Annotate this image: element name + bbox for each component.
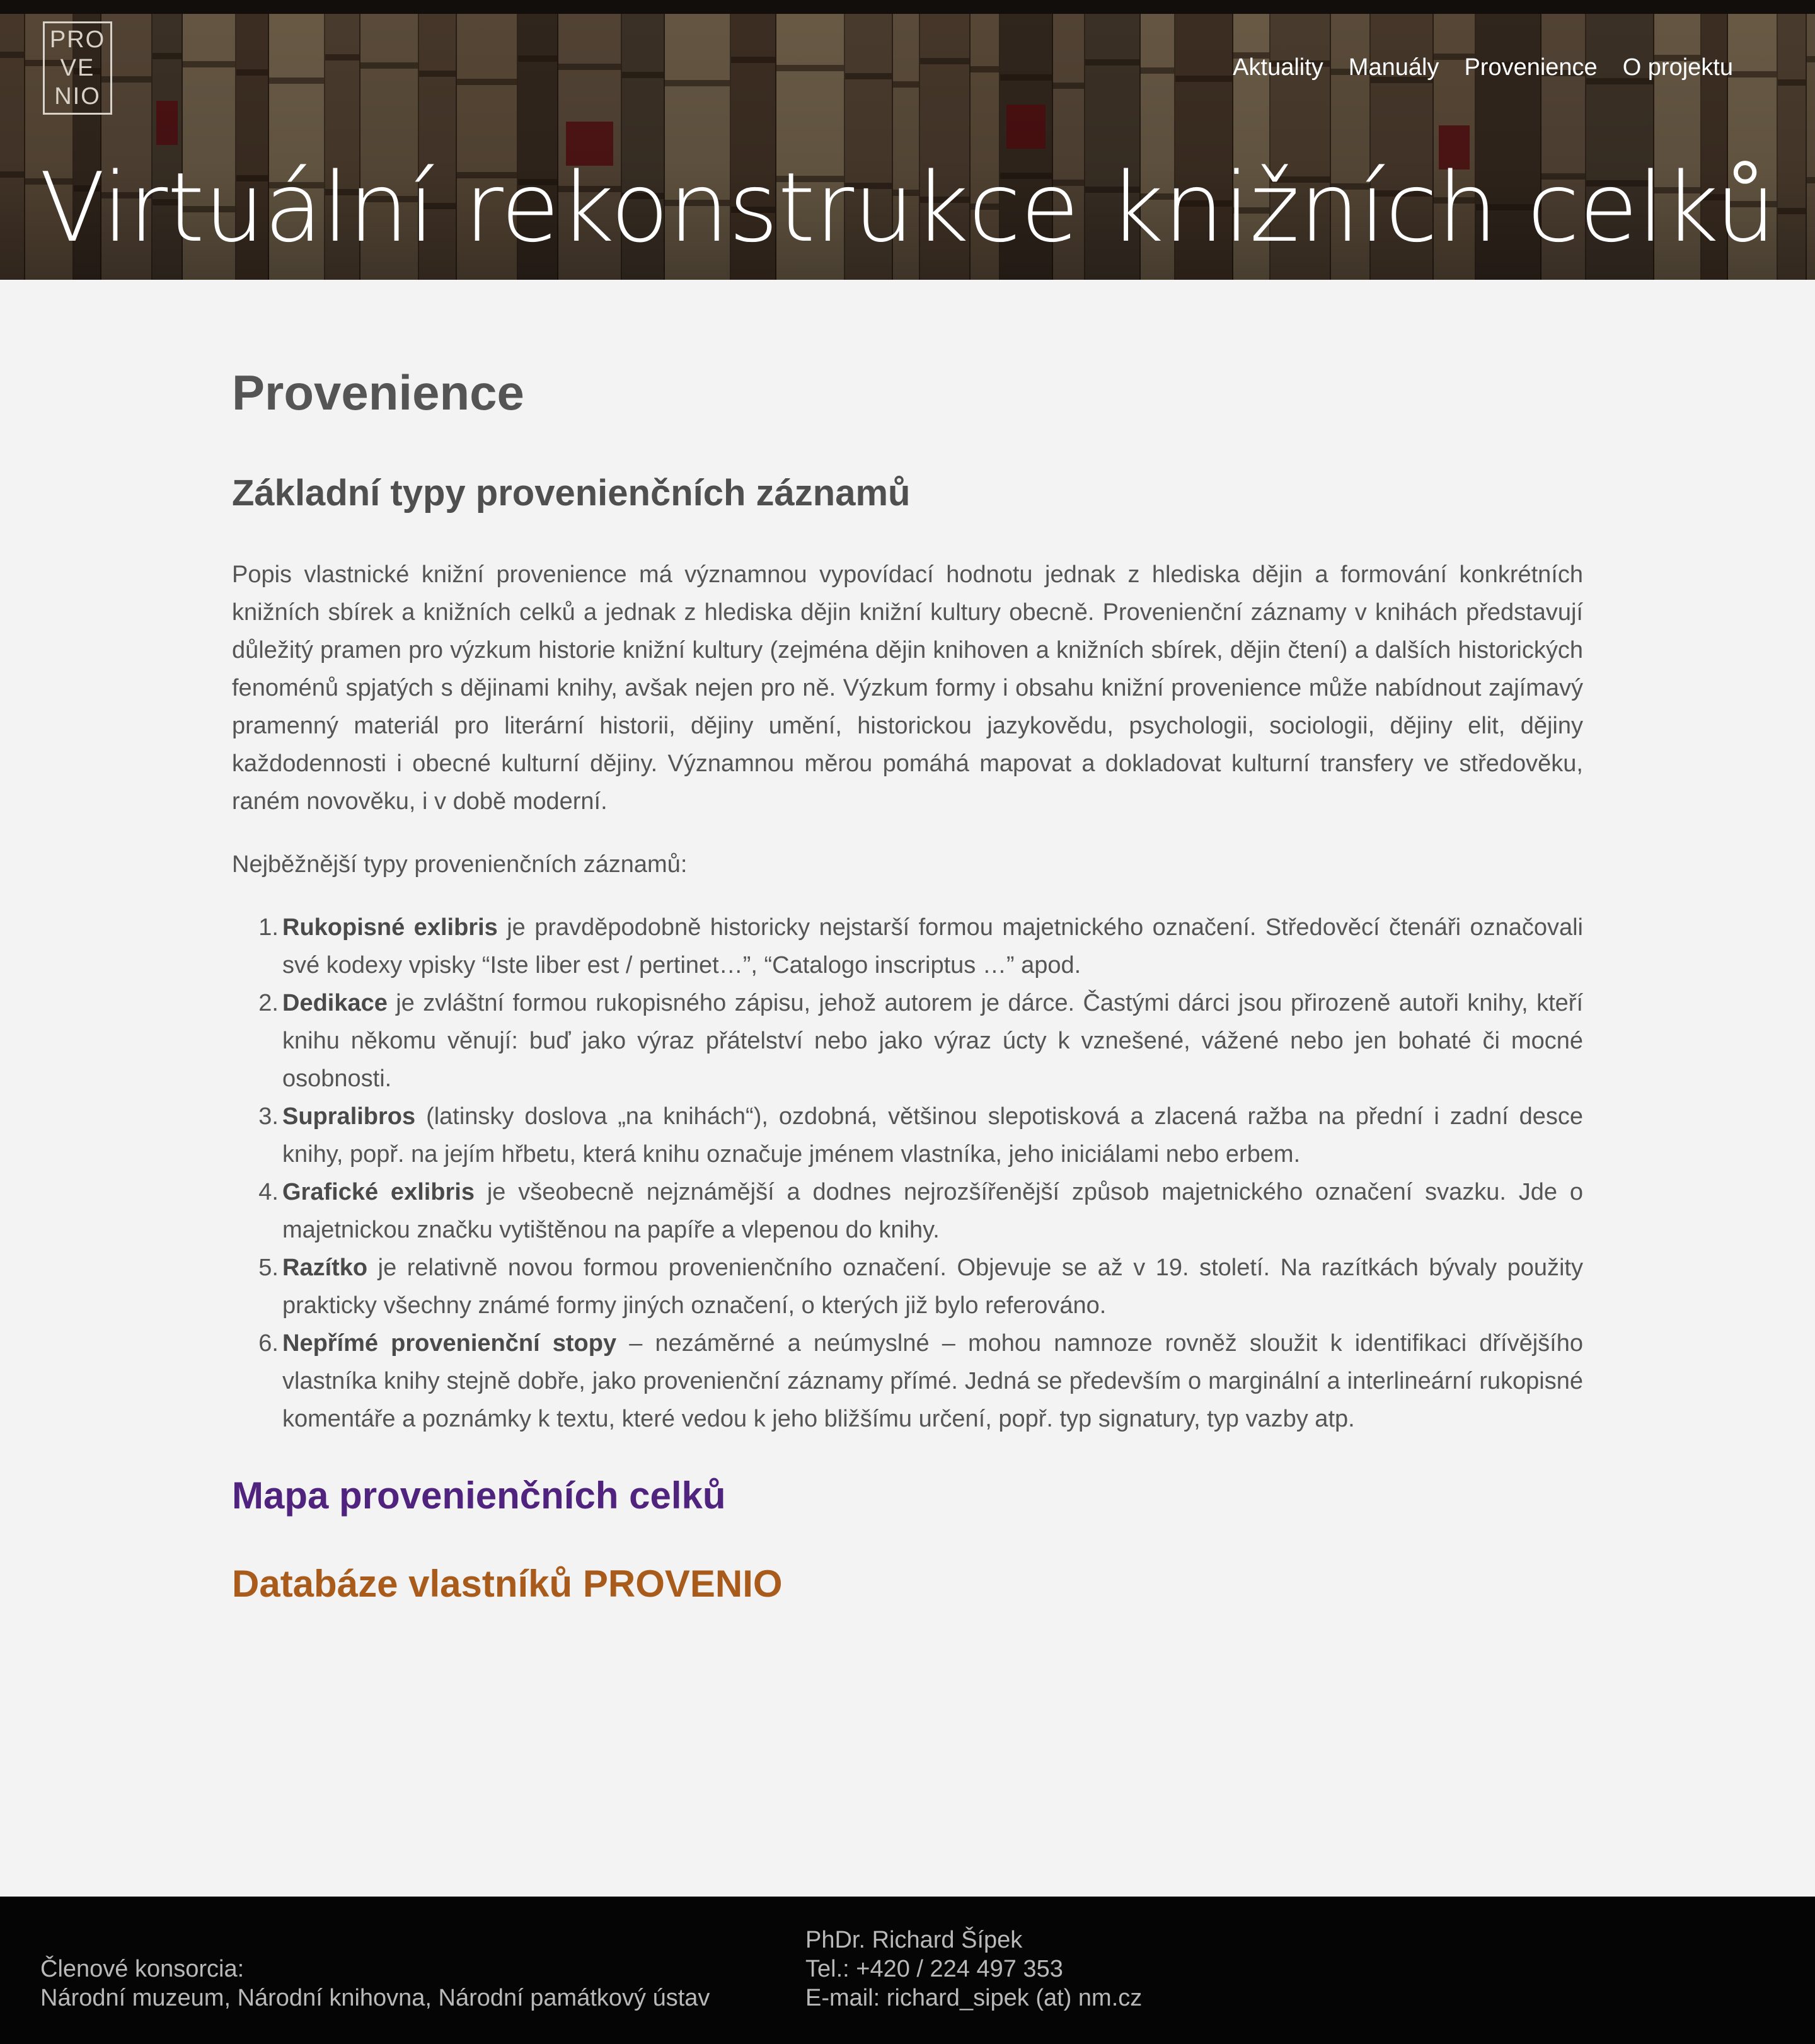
types-lead: Nejběžnější typy provenienčních záznamů: (232, 851, 688, 878)
list-number: 1. (258, 914, 279, 941)
footer: Členové konsorcia: Národní muzeum, Národ… (0, 1897, 1815, 2044)
list-item: 5. Razítko je relativně novou formou prov… (258, 1249, 1583, 1324)
type-description: je zvláštní formou rukopisného zápisu, j… (282, 990, 1583, 1092)
list-item: 4. Grafické exlibris je všeobecně nejznám… (258, 1173, 1583, 1249)
list-item: 6. Nepřímé provenienční stopy – nezáměrné… (258, 1324, 1583, 1438)
list-number: 4. (258, 1179, 279, 1205)
list-item: 2. Dedikace je zvláštní formou rukopisnéh… (258, 984, 1583, 1098)
type-term: Supralibros (282, 1103, 416, 1130)
contact-phone: Tel.: +420 / 224 497 353 (805, 1956, 1063, 1982)
provenance-types-list: 1. Rukopisné exlibris je pravděpodobně hi… (232, 909, 1583, 1438)
intro-paragraph: Popis vlastnické knižní provenience má v… (232, 561, 1583, 815)
section-title: Základní typy provenienčních záznamů (232, 473, 911, 514)
list-item: 1. Rukopisné exlibris je pravděpodobně hi… (258, 909, 1583, 984)
contact-block: PhDr. Richard Šípek Tel.: +420 / 224 497… (805, 1926, 1142, 2012)
nav-item-manualy[interactable]: Manuály (1349, 54, 1439, 81)
consortium-label: Členové konsorcia: (40, 1956, 245, 1982)
page-title: Provenience (232, 365, 524, 420)
logo-line-1: PRO (49, 26, 106, 54)
type-description: (latinsky doslova „na knihách“), ozdobná… (282, 1103, 1583, 1168)
list-number: 5. (258, 1255, 279, 1281)
logo-line-2: VE (60, 54, 95, 81)
consortium-block: Členové konsorcia: Národní muzeum, Národ… (40, 1955, 710, 2012)
logo-line-3: NIO (54, 83, 101, 110)
type-term: Grafické exlibris (282, 1179, 475, 1205)
nav-item-provenience[interactable]: Provenience (1464, 54, 1597, 81)
type-term: Dedikace (282, 990, 388, 1016)
provenio-logo[interactable]: PRO VE NIO (43, 21, 112, 115)
nav-item-aktuality[interactable]: Aktuality (1233, 54, 1323, 81)
list-number: 3. (258, 1103, 279, 1130)
main-nav: Aktuality Manuály Provenience O projektu (1233, 54, 1733, 81)
contact-email: E-mail: richard_sipek (at) nm.cz (805, 1985, 1143, 2011)
database-link[interactable]: Databáze vlastníků PROVENIO (232, 1565, 783, 1603)
consortium-members: Národní muzeum, Národní knihovna, Národn… (40, 1985, 710, 2011)
contact-name: PhDr. Richard Šípek (805, 1927, 1023, 1953)
map-link[interactable]: Mapa provenienčních celků (232, 1477, 726, 1515)
type-description: je všeobecně nejznámější a dodnes nejroz… (282, 1179, 1583, 1243)
type-description: je relativně novou formou provenienčního… (282, 1255, 1583, 1319)
list-number: 6. (258, 1330, 279, 1357)
hero-header: PRO VE NIO Aktuality Manuály Provenience… (0, 0, 1815, 280)
list-number: 2. (258, 990, 279, 1016)
site-title: Virtuální rekonstrukce knižních celků (39, 152, 1776, 263)
type-term: Rukopisné exlibris (282, 914, 498, 941)
type-term: Nepřímé provenienční stopy (282, 1330, 617, 1357)
nav-item-o-projektu[interactable]: O projektu (1623, 54, 1733, 81)
list-item: 3. Supralibros (latinsky doslova „na knih… (258, 1098, 1583, 1173)
type-term: Razítko (282, 1255, 368, 1281)
